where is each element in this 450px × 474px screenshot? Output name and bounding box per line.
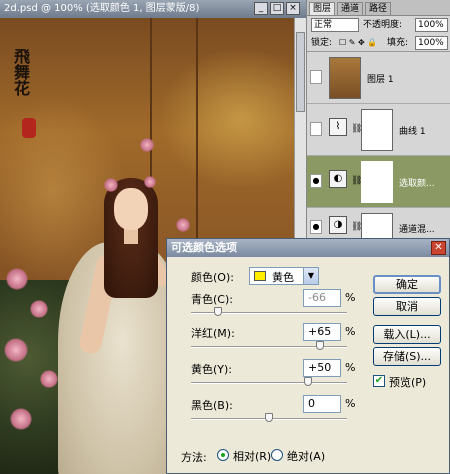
minimize-button[interactable]: _ [254,2,268,15]
percent-label: % [345,325,356,338]
blend-row: 正常 不透明度: 100% [307,16,450,34]
layer-row[interactable]: 图层 1 [307,52,450,104]
load-button[interactable]: 载入(L)... [373,325,441,344]
flower [30,300,48,318]
slider-value-field[interactable]: 0 [303,395,341,413]
panel-tabs: 图层 通道 路径 [307,0,450,16]
layer-name: 曲线 1 [399,127,426,137]
cancel-button[interactable]: 取消 [373,297,441,316]
slider-knob[interactable] [213,307,222,316]
dialog-close-button[interactable]: ✕ [431,241,446,255]
colors-label: 颜色(O): [191,271,234,284]
slider-value-field[interactable]: +50 [303,359,341,377]
tab-paths[interactable]: 路径 [365,2,392,15]
slider-label: 黑色(B): [191,399,233,412]
preview-checkbox[interactable]: ✔ [373,375,385,387]
face [114,188,148,230]
layer-name: 图层 1 [367,75,394,85]
percent-label: % [345,361,356,374]
ok-button[interactable]: 确定 [373,275,441,294]
save-button[interactable]: 存储(S)... [373,347,441,366]
lock-label: 锁定: [311,38,333,48]
red-seal [22,118,36,138]
channel-mixer-icon: ◑ [329,216,347,234]
selective-color-icon: ◐ [329,170,347,188]
curves-icon: ⌇ [329,118,347,136]
layers-panel: 图层 通道 路径 正常 不透明度: 100% 锁定: ☐ ✎ ✥ 🔒 填充: 1… [306,0,450,247]
layer-thumbnail [329,57,361,99]
slider-knob[interactable] [315,341,324,350]
hair-flower [104,178,118,192]
slider-label: 黄色(Y): [191,363,233,376]
lock-icons[interactable]: ☐ ✎ ✥ 🔒 [339,36,377,50]
close-button[interactable]: × [286,2,300,15]
colors-select-value: 黄色 [272,271,294,284]
fill-field[interactable]: 100% [415,36,448,50]
preview-label: 预览(P) [389,376,427,389]
layer-row-selected[interactable]: ● ◐ ⛓ 选取颜... [307,156,450,208]
opacity-field[interactable]: 100% [415,18,448,32]
slider-label: 青色(C): [191,293,233,306]
slider-value-field[interactable]: +65 [303,323,341,341]
flower [40,370,58,388]
eye-icon[interactable]: ● [310,174,322,188]
method-absolute-radio[interactable] [271,449,283,461]
slider-value-field[interactable]: -66 [303,289,341,307]
maximize-button[interactable]: □ [270,2,284,15]
flower [176,218,190,232]
slider-knob[interactable] [304,377,312,386]
tab-layers[interactable]: 图层 [309,2,336,15]
fill-label: 填充: [387,38,409,48]
flower [140,138,154,152]
dialog-title: 可选颜色选项 [167,239,449,257]
blend-mode-select[interactable]: 正常 [311,18,359,32]
visibility-toggle[interactable] [310,70,322,84]
chevron-down-icon[interactable]: ▼ [303,268,318,284]
radio-selected-dot [221,453,225,457]
flower [4,338,28,362]
color-swatch [254,271,266,281]
selective-color-dialog: 可选颜色选项 ✕ 颜色(O): 黄色 ▼ 青色(C): -66% 洋红(M): +65… [166,238,450,474]
hair-flower [144,176,156,188]
method-label: 方法: [181,451,207,464]
visibility-toggle[interactable] [310,122,322,136]
calligraphy-text: 飛舞花 [11,48,30,96]
layer-mask-thumbnail [361,109,393,151]
method-relative-radio[interactable] [217,449,229,461]
tab-channels[interactable]: 通道 [337,2,364,15]
layer-row[interactable]: ⌇ ⛓ 曲线 1 [307,104,450,156]
percent-label: % [345,291,356,304]
percent-label: % [345,397,356,410]
slider-knob[interactable] [265,413,273,422]
slider-track[interactable] [191,382,347,384]
method-absolute-label: 绝对(A) [287,450,326,463]
slider-label: 洋红(M): [191,327,235,340]
method-relative-label: 相对(R) [233,450,272,463]
flower [6,268,28,290]
layer-name: 通道混... [399,225,435,235]
layer-name: 选取颜... [399,179,435,189]
flower [10,408,32,430]
lock-row: 锁定: ☐ ✎ ✥ 🔒 填充: 100% [307,34,450,52]
colors-select[interactable]: 黄色 ▼ [249,267,319,285]
scrollbar-thumb[interactable] [296,32,305,112]
opacity-label: 不透明度: [363,20,403,30]
layer-mask-thumbnail [361,161,393,203]
eye-icon[interactable]: ● [310,220,322,234]
